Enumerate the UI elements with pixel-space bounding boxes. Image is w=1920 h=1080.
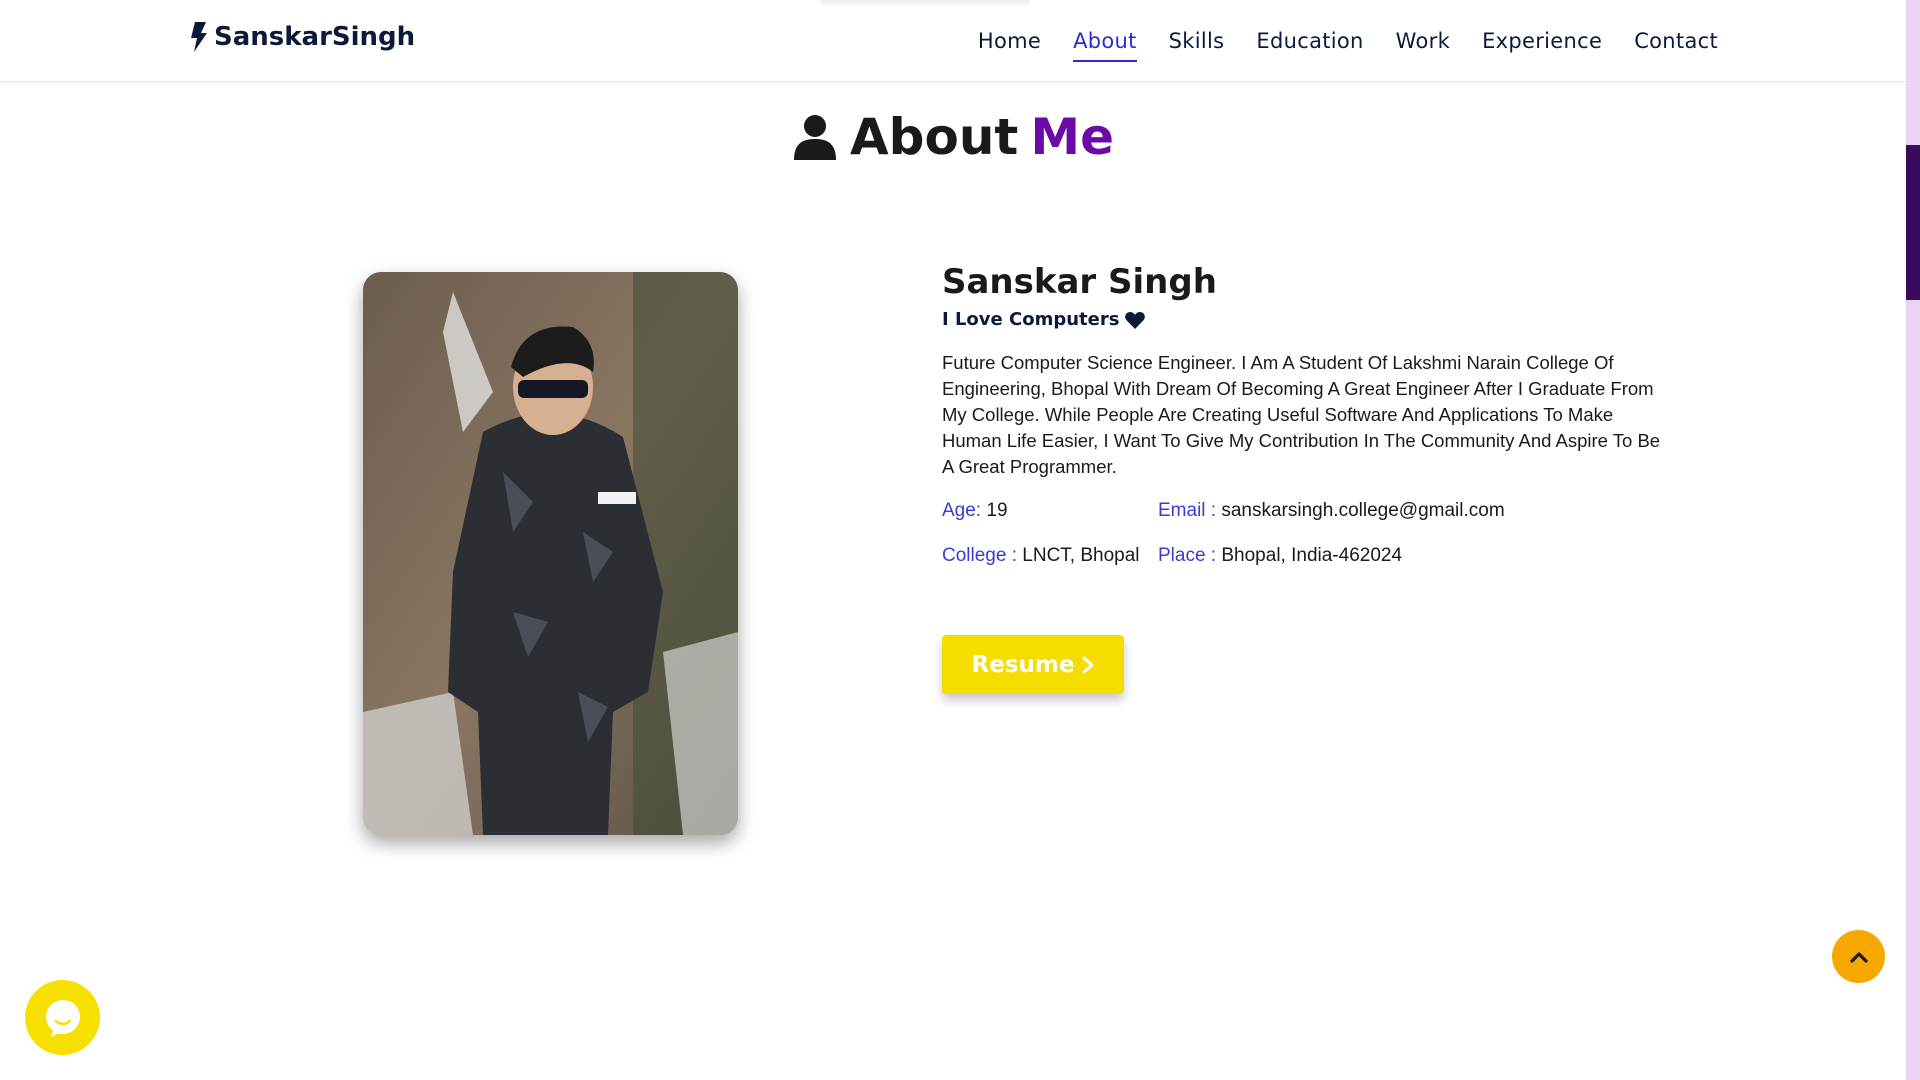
nav-home[interactable]: Home [978, 0, 1041, 82]
resume-label: Resume [971, 651, 1075, 678]
main-nav: Home About Skills Education Work Experie… [978, 0, 1718, 82]
brand-logo[interactable]: SanskarSingh [190, 22, 415, 52]
profile-photo [363, 272, 738, 835]
email-label: Email : [1158, 500, 1217, 521]
tagline-text: I Love Computers [942, 309, 1120, 330]
profile-tagline: I Love Computers [942, 309, 1146, 330]
bolt-icon [191, 22, 207, 52]
age-label: Age: [942, 500, 982, 521]
resume-button[interactable]: Resume [942, 635, 1124, 694]
site-header: SanskarSingh Home About Skills Education… [0, 0, 1906, 82]
nav-about[interactable]: About [1073, 0, 1137, 82]
profile-description: Future Computer Science Engineer. I Am A… [942, 352, 1661, 477]
age-value: 19 [986, 500, 1008, 521]
chat-widget-button[interactable] [25, 980, 100, 1055]
info-age: Age: 19 [942, 500, 1008, 522]
user-icon [793, 115, 836, 160]
info-college: College : LNCT, Bhopal [942, 545, 1140, 567]
place-value: Bhopal, India-462024 [1221, 545, 1403, 566]
section-title-accent: Me [1030, 108, 1114, 166]
heart-icon [1125, 311, 1146, 329]
profile-name: Sanskar Singh [942, 262, 1217, 302]
info-place: Place : Bhopal, India-462024 [1158, 545, 1402, 567]
nav-experience[interactable]: Experience [1482, 0, 1602, 82]
nav-contact[interactable]: Contact [1634, 0, 1718, 82]
info-email: Email : sanskarsingh.college@gmail.com [1158, 500, 1505, 522]
brand-name: SanskarSingh [214, 22, 416, 52]
profile-photo-image [363, 272, 738, 835]
nav-work[interactable]: Work [1396, 0, 1450, 82]
scrollbar-track[interactable] [1906, 0, 1920, 1080]
section-title: About [849, 108, 1019, 166]
place-label: Place : [1158, 545, 1217, 566]
college-label: College : [942, 545, 1017, 566]
college-value: LNCT, Bhopal [1022, 545, 1140, 566]
nav-skills[interactable]: Skills [1169, 0, 1225, 82]
scrollbar-thumb[interactable] [1906, 145, 1920, 300]
section-heading: About Me [0, 108, 1906, 166]
chat-bubble-icon [45, 999, 80, 1037]
email-value[interactable]: sanskarsingh.college@gmail.com [1221, 500, 1504, 521]
nav-education[interactable]: Education [1256, 0, 1363, 82]
chevron-up-icon [1849, 951, 1868, 963]
scroll-to-top-button[interactable] [1832, 930, 1885, 983]
chevron-right-icon [1082, 656, 1094, 673]
